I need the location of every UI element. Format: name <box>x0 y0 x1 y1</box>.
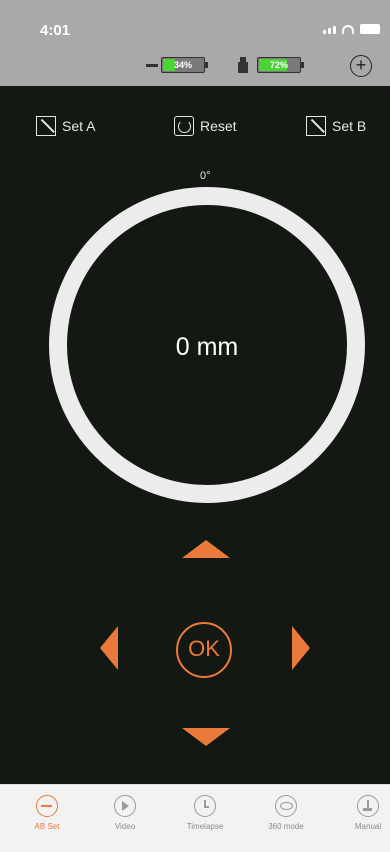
device-bar: 34% 72% + <box>0 44 390 86</box>
tab-ab-set[interactable]: AB Set <box>10 795 84 831</box>
arrow-right-button[interactable] <box>292 626 310 670</box>
set-a-icon <box>36 116 56 136</box>
slider-battery-label: 34% <box>173 60 192 70</box>
arrow-up-button[interactable] <box>182 540 230 558</box>
status-bar: 4:01 <box>0 0 390 44</box>
reset-button[interactable]: Reset <box>174 116 237 136</box>
tab-ab-set-label: AB Set <box>34 822 60 831</box>
ab-set-icon <box>36 795 58 817</box>
slider-battery: 34% <box>161 57 208 73</box>
tab-manual-label: Manual <box>354 822 382 831</box>
signal-icon <box>323 26 336 34</box>
tab-manual[interactable]: Manual <box>331 795 390 831</box>
set-a-label: Set A <box>62 118 96 134</box>
arrow-down-button[interactable] <box>182 728 230 746</box>
status-icons <box>323 24 380 34</box>
reset-icon <box>174 116 194 136</box>
tab-360-mode[interactable]: 360 mode <box>249 795 323 831</box>
camera-battery-label: 72% <box>269 60 288 70</box>
ok-button[interactable]: OK <box>176 622 232 678</box>
camera-battery: 72% <box>257 57 304 73</box>
set-b-icon <box>306 116 326 136</box>
set-b-button[interactable]: Set B <box>306 116 366 136</box>
distance-readout: 0 mm <box>175 333 239 361</box>
tab-bar: AB Set Video Timelapse 360 mode Manual <box>0 784 390 852</box>
status-time: 4:01 <box>40 22 71 39</box>
tab-timelapse[interactable]: Timelapse <box>168 795 242 831</box>
main-panel: Set A Reset Set B 0° 0 mm OK <box>0 86 390 784</box>
angle-label: 0° <box>200 170 211 182</box>
rotation-icon <box>275 795 297 817</box>
arrow-left-button[interactable] <box>100 626 118 670</box>
reset-label: Reset <box>200 118 237 134</box>
clock-icon <box>194 795 216 817</box>
set-b-label: Set B <box>332 118 367 134</box>
tab-360-mode-label: 360 mode <box>268 822 304 831</box>
tab-video[interactable]: Video <box>88 795 162 831</box>
plus-circle-icon[interactable]: + <box>350 55 372 77</box>
camera-device-icon <box>238 57 248 73</box>
wifi-icon <box>342 25 354 34</box>
slider-device-icon <box>146 64 158 67</box>
tab-timelapse-label: Timelapse <box>186 822 224 831</box>
set-a-button[interactable]: Set A <box>36 116 95 136</box>
play-icon <box>114 795 136 817</box>
joystick-icon <box>357 795 379 817</box>
phone-battery-icon <box>360 24 380 34</box>
tab-video-label: Video <box>114 822 136 831</box>
